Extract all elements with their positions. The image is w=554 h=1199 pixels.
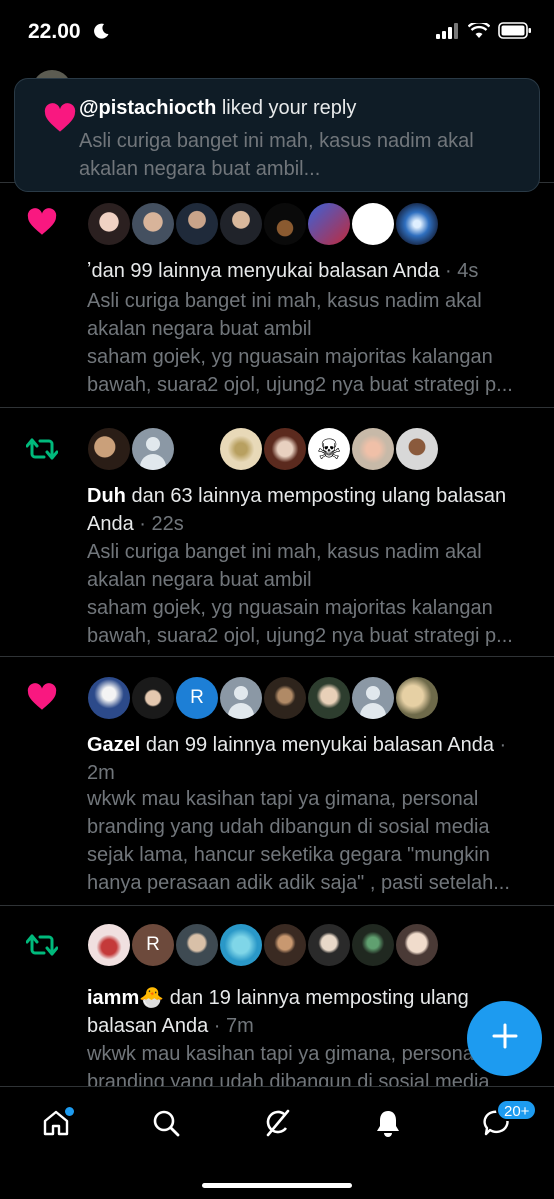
actor-name[interactable]: Gazel: [87, 734, 140, 756]
heart-icon: [43, 103, 77, 138]
snippet-line: bawah, suara2 ojol, ujung2 nya buat stra…: [87, 374, 513, 396]
reply-snippet: wkwk mau kasihan tapi ya gimana, persona…: [87, 785, 537, 897]
status-time: 22.00: [28, 20, 81, 43]
actor-name[interactable]: Duh: [87, 485, 126, 507]
avatar[interactable]: [220, 428, 262, 470]
signal-icon: [436, 22, 460, 44]
retweet-icon: [25, 932, 59, 963]
avatar[interactable]: [308, 924, 350, 966]
avatar-row: R: [88, 677, 438, 719]
grok-icon: [262, 1108, 292, 1143]
timestamp: 22s: [151, 513, 184, 535]
tab-search[interactable]: [146, 1105, 186, 1145]
heart-icon: [26, 208, 58, 241]
status-bar: 22.00: [0, 0, 554, 64]
notification-item[interactable]: 😍 ʼdan 99 lainnya menyukai balasan Anda …: [0, 183, 554, 408]
notification-headline: Duh dan 63 lainnya memposting ulang bala…: [87, 485, 507, 535]
avatar[interactable]: [176, 203, 218, 245]
snippet-line: sejak lama, hancur seketika gegara "mung…: [87, 844, 490, 866]
avatar[interactable]: [176, 924, 218, 966]
notification-item[interactable]: R Gazel dan 99 lainnya menyukai balasan …: [0, 657, 554, 906]
avatar[interactable]: [88, 677, 130, 719]
toast-action: liked your reply: [216, 97, 357, 119]
toast-title: @pistachiocth liked your reply: [79, 97, 356, 120]
timestamp: 2m: [87, 762, 115, 784]
avatar[interactable]: [396, 924, 438, 966]
snippet-line: wkwk mau kasihan tapi ya gimana, persona…: [87, 788, 479, 810]
toast-handle[interactable]: @pistachiocth: [79, 97, 216, 119]
toast-text: Asli curiga banget ini mah, kasus nadim …: [79, 130, 474, 180]
retweet-icon: [25, 436, 59, 467]
notification-item[interactable]: R iamm🐣 dan 19 lainnya memposting ulang …: [0, 906, 554, 1093]
tab-home[interactable]: [36, 1105, 76, 1145]
avatar[interactable]: [396, 428, 438, 470]
reply-snippet: Asli curiga banget ini mah, kasus nadim …: [87, 287, 537, 399]
snippet-line: saham gojek, yg nguasain majoritas kalan…: [87, 597, 493, 619]
avatar-emoji[interactable]: ☠: [308, 428, 350, 470]
snippet-line: akalan negara buat ambil: [87, 569, 312, 591]
status-icons: [436, 20, 532, 44]
avatar[interactable]: [352, 924, 394, 966]
search-icon: [151, 1108, 181, 1143]
reply-snippet: Asli curiga banget ini mah, kasus nadim …: [87, 538, 537, 650]
avatar[interactable]: [396, 677, 438, 719]
snippet-line: hanya perasaan adik adik saja" , pasti s…: [87, 872, 510, 894]
wifi-icon: [467, 20, 491, 44]
avatar[interactable]: [220, 203, 262, 245]
battery-icon: [498, 22, 532, 44]
avatar-emoji[interactable]: 😍: [352, 203, 394, 245]
avatar-default[interactable]: [352, 677, 394, 719]
notification-headline: Gazel dan 99 lainnya menyukai balasan An…: [87, 734, 507, 784]
timestamp: 7m: [226, 1015, 254, 1037]
timestamp: 4s: [457, 260, 479, 282]
compose-button[interactable]: [467, 1001, 542, 1076]
avatar[interactable]: [88, 924, 130, 966]
snippet-line: saham gojek, yg nguasain majoritas kalan…: [87, 346, 493, 368]
headline-text: ʼdan 99 lainnya menyukai balasan Anda: [87, 260, 440, 282]
bell-icon: [373, 1108, 403, 1143]
home-indicator: [202, 1183, 352, 1188]
snippet-line: bawah, suara2 ojol, ujung2 nya buat stra…: [87, 625, 513, 647]
avatar[interactable]: [308, 203, 350, 245]
snippet-line: Asli curiga banget ini mah, kasus nadim …: [87, 541, 482, 563]
snippet-line: Asli curiga banget ini mah, kasus nadim …: [87, 290, 482, 312]
avatar[interactable]: [88, 428, 130, 470]
avatar[interactable]: [396, 203, 438, 245]
headline-text: dan 99 lainnya menyukai balasan Anda: [140, 734, 494, 756]
avatar[interactable]: [132, 203, 174, 245]
avatar-row: 😍: [88, 203, 438, 245]
avatar[interactable]: [264, 677, 306, 719]
avatar[interactable]: [132, 677, 174, 719]
snippet-line: branding yang udah dibangun di sosial me…: [87, 816, 490, 838]
tab-notifications[interactable]: [368, 1105, 408, 1145]
avatar[interactable]: [352, 428, 394, 470]
snippet-line: akalan negara buat ambil: [87, 318, 312, 340]
avatar[interactable]: [264, 428, 306, 470]
tab-grok[interactable]: [257, 1105, 297, 1145]
avatar[interactable]: [264, 203, 306, 245]
avatar[interactable]: [220, 924, 262, 966]
notification-headline: ʼdan 99 lainnya menyukai balasan Anda · …: [87, 260, 479, 282]
heart-icon: [26, 683, 58, 716]
avatar[interactable]: [308, 677, 350, 719]
avatar[interactable]: [264, 924, 306, 966]
moon-icon: [92, 22, 110, 45]
avatar-row: ☠: [88, 428, 438, 470]
messages-badge: 20+: [496, 1099, 538, 1121]
compose-plus-icon: [492, 1023, 518, 1054]
actor-name[interactable]: iamm🐣: [87, 987, 164, 1009]
avatar-row: R: [88, 924, 438, 966]
avatar-default[interactable]: [132, 428, 174, 470]
like-toast[interactable]: @pistachiocth liked your reply Asli curi…: [14, 78, 540, 192]
avatar-empty: [176, 428, 218, 470]
avatar-letter[interactable]: R: [132, 924, 174, 966]
avatar-letter[interactable]: R: [176, 677, 218, 719]
avatar[interactable]: [88, 203, 130, 245]
notification-item[interactable]: ☠ Duh dan 63 lainnya memposting ulang ba…: [0, 408, 554, 657]
unread-dot: [65, 1107, 74, 1116]
avatar-default[interactable]: [220, 677, 262, 719]
